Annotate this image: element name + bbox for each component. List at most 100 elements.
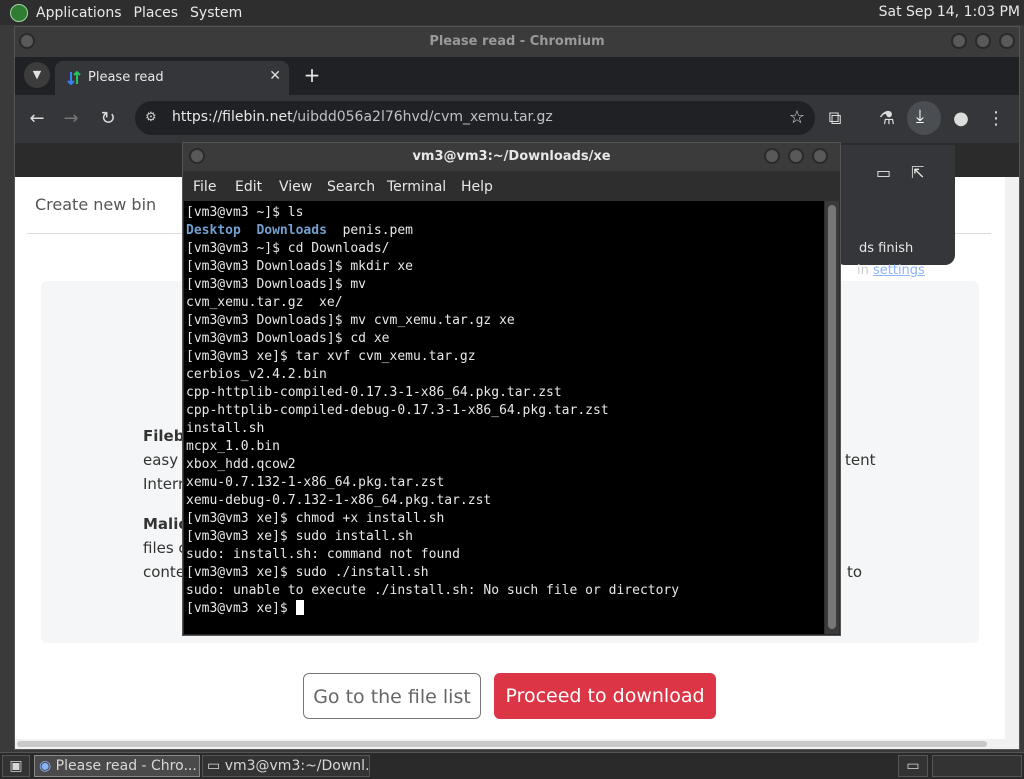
terminal-line: cerbios_v2.4.2.bin (186, 367, 327, 382)
terminal-line: [vm3@vm3 Downloads]$ cd xe (186, 331, 390, 346)
downloads-button[interactable]: ⤓ (907, 101, 941, 135)
terminal-line: [vm3@vm3 Downloads]$ mv cvm_xemu.tar.gz … (186, 313, 515, 328)
tab-strip: ▼ Please read ✕ + (15, 57, 1019, 95)
labs-flask-icon[interactable]: ⚗ (873, 105, 901, 133)
terminal-line: [vm3@vm3 ~]$ cd Downloads/ (186, 241, 390, 256)
bookmark-star-icon[interactable]: ☆ (789, 107, 805, 128)
taskbar-terminal-button[interactable]: ▭ vm3@vm3:~/Downl... (202, 755, 370, 777)
terminal-line: [vm3@vm3 Downloads]$ mv (186, 277, 367, 292)
terminal-line: xemu-0.7.132-1-x86_64.pkg.tar.zst (186, 475, 445, 490)
menu-kebab-icon[interactable]: ⋮ (982, 105, 1010, 133)
terminal-line: xbox_hdd.qcow2 (186, 457, 296, 472)
system-menu[interactable]: System (184, 5, 248, 21)
proceed-to-download-button[interactable]: Proceed to download (494, 673, 716, 719)
panel-clock[interactable]: Sat Sep 14, 1:03 PM (879, 4, 1020, 20)
terminal-maximize-button[interactable] (788, 148, 804, 164)
malicious-heading: Malic (143, 515, 188, 533)
workspace-switcher[interactable]: ▭ (898, 755, 928, 777)
back-button[interactable]: ← (23, 105, 51, 133)
address-bar[interactable]: ⚙ https://filebin.net/uibdd056a2l76hvd/c… (135, 101, 815, 135)
places-menu[interactable]: Places (128, 5, 185, 21)
terminal-titlebar[interactable]: vm3@vm3:~/Downloads/xe (183, 143, 840, 171)
ls-output-line: Desktop Downloads penis.pem (186, 223, 413, 238)
top-panel: Applications Places System Sat Sep 14, 1… (0, 0, 1024, 25)
settings-line: in settings (857, 263, 925, 278)
maximize-button[interactable] (975, 33, 991, 49)
show-desktop-button[interactable]: ▣ (2, 755, 30, 777)
terminal-line: xemu-debug-0.7.132-1-x86_64.pkg.tar.zst (186, 493, 492, 508)
browser-toolbar: ← → ↻ ⚙ https://filebin.net/uibdd056a2l7… (15, 95, 1019, 143)
terminal-output[interactable]: [vm3@vm3 ~]$ ls Desktop Downloads penis.… (184, 201, 824, 634)
tab-close-icon[interactable]: ✕ (269, 68, 281, 84)
terminal-line: [vm3@vm3 xe]$ chmod +x install.sh (186, 511, 445, 526)
terminal-prompt-line: [vm3@vm3 xe]$ (186, 600, 304, 616)
window-menu-button[interactable] (19, 33, 35, 49)
terminal-line: [vm3@vm3 ~]$ ls (186, 205, 304, 220)
download-icon: ⤓ (916, 106, 924, 127)
terminal-menu-view[interactable]: View (279, 179, 312, 195)
terminal-line: [vm3@vm3 xe]$ sudo ./install.sh (186, 565, 429, 580)
terminal-menu-edit[interactable]: Edit (235, 179, 262, 195)
terminal-line: mcpx_1.0.bin (186, 439, 280, 454)
terminal-title: vm3@vm3:~/Downloads/xe (412, 149, 611, 164)
url-host: https://filebin.net (172, 109, 293, 125)
terminal-minimize-button[interactable] (764, 148, 780, 164)
page-horizontal-scrollbar[interactable] (15, 739, 1005, 749)
minimize-button[interactable] (951, 33, 967, 49)
terminal-menu-terminal[interactable]: Terminal (387, 179, 446, 195)
terminal-menu-file[interactable]: File (193, 179, 216, 195)
terminal-line: [vm3@vm3 Downloads]$ mkdir xe (186, 259, 413, 274)
downloads-finish-text: ds finish (859, 241, 914, 256)
site-info-icon[interactable]: ⚙ (145, 110, 157, 125)
settings-link[interactable]: settings (873, 263, 925, 278)
close-button[interactable] (999, 33, 1015, 49)
terminal-window: vm3@vm3:~/Downloads/xe File Edit View Se… (182, 142, 841, 636)
terminal-menu-help[interactable]: Help (461, 179, 493, 195)
settings-prefix: in (857, 263, 873, 278)
internet-text: Interr (143, 475, 185, 493)
taskbar-terminal-label: vm3@vm3:~/Downl... (224, 758, 370, 774)
chromium-icon: ◉ (39, 758, 52, 774)
reload-button[interactable]: ↻ (94, 105, 122, 133)
tab-please-read[interactable]: Please read ✕ (55, 61, 289, 95)
terminal-line: cpp-httplib-compiled-debug-0.17.3-1-x86_… (186, 403, 609, 418)
browser-titlebar[interactable]: Please read - Chromium (15, 27, 1019, 57)
url-text: https://filebin.net/uibdd056a2l76hvd/cvm… (172, 109, 553, 125)
ls-file: penis.pem (342, 223, 414, 238)
terminal-scroll-thumb[interactable] (828, 205, 836, 629)
files-text: files c (143, 539, 187, 557)
bottom-taskbar: ▣ ◉ Please read - Chro... ▭ vm3@vm3:~/Do… (0, 752, 1024, 779)
extensions-puzzle-icon[interactable]: ⧉ (821, 105, 849, 133)
terminal-menu-search[interactable]: Search (327, 179, 375, 195)
ls-dir-desktop: Desktop (186, 223, 241, 238)
terminal-line: [vm3@vm3 xe]$ sudo install.sh (186, 529, 413, 544)
go-to-file-list-button[interactable]: Go to the file list (303, 673, 481, 719)
hscroll-thumb[interactable] (17, 741, 987, 747)
applications-menu[interactable]: Applications (30, 5, 128, 21)
terminal-menubar: File Edit View Search Terminal Help (183, 171, 840, 201)
terminal-line: cvm_xemu.tar.gz xe/ (186, 295, 343, 310)
to-right-text: to (847, 563, 863, 581)
workspace-area[interactable] (932, 755, 1022, 777)
filebin-favicon-icon (67, 71, 81, 85)
create-new-bin-link[interactable]: Create new bin (35, 195, 156, 214)
page-vertical-scrollbar[interactable] (1005, 177, 1019, 749)
terminal-close-button[interactable] (812, 148, 828, 164)
taskbar-chromium-button[interactable]: ◉ Please read - Chro... (34, 755, 200, 777)
distro-logo-icon[interactable] (10, 3, 28, 22)
tab-title: Please read (88, 70, 164, 85)
terminal-window-menu-button[interactable] (189, 148, 205, 164)
open-external-icon[interactable]: ⇱ (911, 163, 924, 182)
profile-avatar-icon[interactable]: ● (947, 105, 975, 133)
browser-window-title: Please read - Chromium (429, 34, 605, 49)
terminal-cursor (295, 600, 304, 615)
terminal-scrollbar[interactable] (825, 201, 839, 634)
tab-search-button[interactable]: ▼ (24, 62, 50, 88)
folder-icon[interactable]: ▭ (876, 163, 891, 182)
new-tab-button[interactable]: + (299, 62, 325, 88)
terminal-line: install.sh (186, 421, 265, 436)
terminal-line: sudo: unable to execute ./install.sh: No… (186, 583, 680, 598)
terminal-line: sudo: install.sh: command not found (186, 547, 460, 562)
url-path: /uibdd056a2l76hvd/cvm_xemu.tar.gz (292, 109, 553, 125)
forward-button[interactable]: → (57, 105, 85, 133)
